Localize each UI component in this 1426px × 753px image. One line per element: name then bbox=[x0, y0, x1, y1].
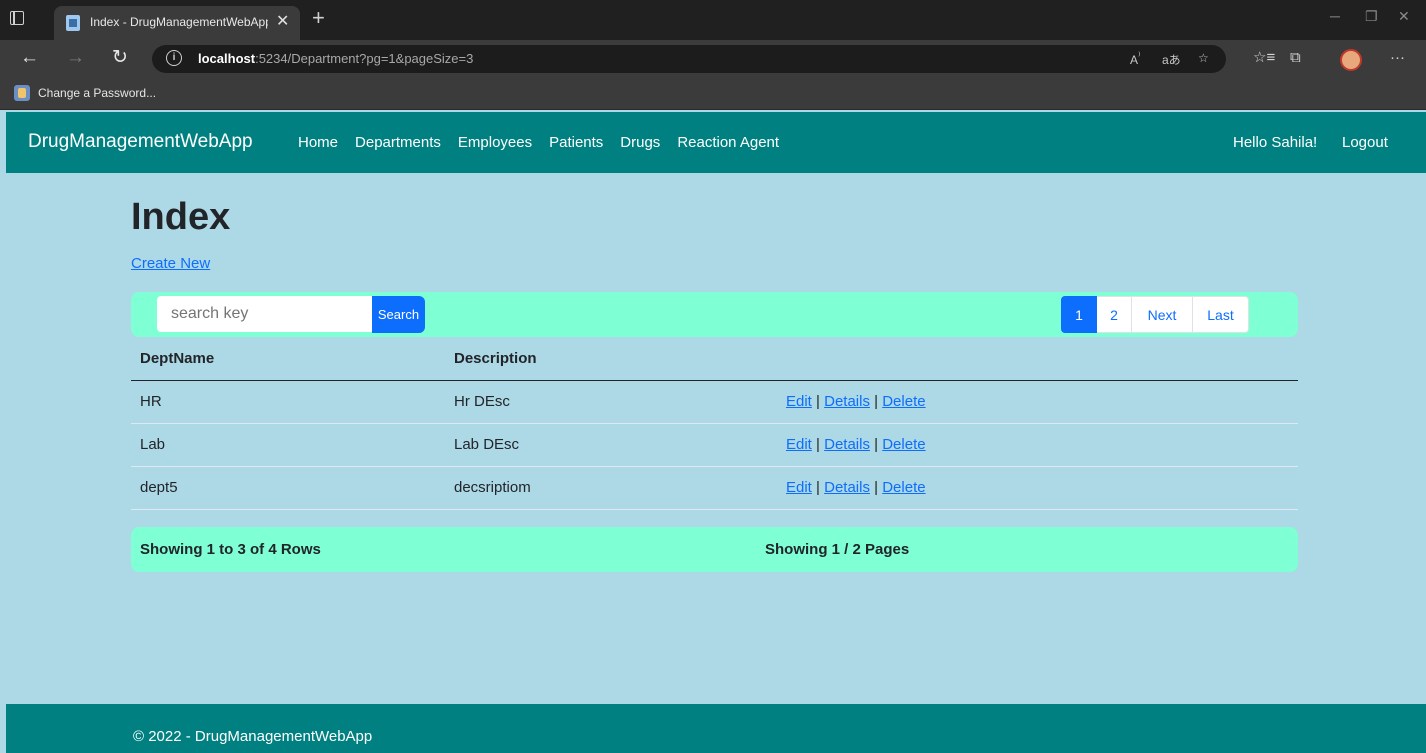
delete-link[interactable]: Delete bbox=[882, 436, 925, 453]
url-host: localhost bbox=[198, 51, 256, 66]
page-favicon-icon bbox=[66, 15, 80, 31]
departments-table: DeptName Description HR Hr DEsc Edit | D… bbox=[131, 337, 1298, 510]
delete-link[interactable]: Delete bbox=[882, 393, 925, 410]
app-brand[interactable]: DrugManagementWebApp bbox=[28, 131, 253, 153]
search-pagination-toolbar: Search 1 2 Next Last bbox=[131, 292, 1298, 337]
profile-avatar[interactable] bbox=[1340, 49, 1362, 71]
url-text: localhost:5234/Department?pg=1&pageSize=… bbox=[198, 51, 473, 66]
cell-description: Hr DEsc bbox=[445, 380, 777, 424]
browser-tab[interactable]: Index - DrugManagementWebApp ✕ bbox=[54, 6, 300, 40]
action-separator: | bbox=[816, 436, 820, 453]
nav-home[interactable]: Home bbox=[298, 134, 338, 151]
browser-tab-bar: Index - DrugManagementWebApp ✕ + ─ ❐ ✕ bbox=[0, 0, 1426, 40]
logout-link[interactable]: Logout bbox=[1342, 134, 1388, 151]
read-aloud-icon[interactable]: A⁾ bbox=[1130, 51, 1140, 67]
cell-actions: Edit | Details | Delete bbox=[777, 466, 1298, 510]
table-header-row: DeptName Description bbox=[131, 337, 1298, 381]
pages-summary: Showing 1 / 2 Pages bbox=[765, 541, 910, 558]
rows-summary: Showing 1 to 3 of 4 Rows bbox=[140, 541, 321, 558]
table-row: dept5 decsriptiom Edit | Details | Delet… bbox=[131, 466, 1298, 510]
cell-deptname: HR bbox=[131, 380, 445, 424]
favorites-bar: Change a Password... bbox=[0, 78, 1426, 110]
cell-deptname: dept5 bbox=[131, 466, 445, 510]
nav-employees[interactable]: Employees bbox=[458, 134, 532, 151]
nav-departments[interactable]: Departments bbox=[355, 134, 441, 151]
details-link[interactable]: Details bbox=[824, 479, 870, 496]
favorite-link[interactable]: Change a Password... bbox=[38, 86, 156, 100]
page-footer: © 2022 - DrugManagementWebApp bbox=[6, 704, 1426, 753]
nav-reaction-agent[interactable]: Reaction Agent bbox=[677, 134, 779, 151]
nav-drugs[interactable]: Drugs bbox=[620, 134, 660, 151]
action-separator: | bbox=[816, 479, 820, 496]
browser-address-bar: ← → ↻ i localhost:5234/Department?pg=1&p… bbox=[0, 40, 1426, 78]
cell-actions: Edit | Details | Delete bbox=[777, 423, 1298, 467]
site-info-icon[interactable]: i bbox=[166, 50, 182, 66]
delete-link[interactable]: Delete bbox=[882, 479, 925, 496]
cell-deptname: Lab bbox=[131, 423, 445, 467]
search-button[interactable]: Search bbox=[372, 296, 425, 333]
column-header-deptname: DeptName bbox=[131, 337, 445, 381]
column-header-actions bbox=[777, 337, 1298, 381]
action-separator: | bbox=[816, 393, 820, 410]
new-tab-icon[interactable]: + bbox=[312, 6, 325, 30]
summary-bar: Showing 1 to 3 of 4 Rows Showing 1 / 2 P… bbox=[131, 527, 1298, 572]
cell-actions: Edit | Details | Delete bbox=[777, 380, 1298, 424]
page-2-button[interactable]: 2 bbox=[1097, 296, 1132, 333]
more-options-icon[interactable]: ··· bbox=[1390, 49, 1405, 67]
tab-title: Index - DrugManagementWebApp bbox=[90, 15, 268, 29]
last-page-button[interactable]: Last bbox=[1193, 296, 1249, 333]
translate-icon[interactable]: aあ bbox=[1162, 51, 1181, 68]
nav-links: Home Departments Employees Patients Drug… bbox=[298, 134, 796, 151]
nav-patients[interactable]: Patients bbox=[549, 134, 603, 151]
next-page-button[interactable]: Next bbox=[1132, 296, 1193, 333]
favorite-site-icon bbox=[14, 85, 30, 101]
search-input[interactable] bbox=[157, 296, 372, 332]
table-row: Lab Lab DEsc Edit | Details | Delete bbox=[131, 423, 1298, 467]
refresh-icon[interactable]: ↻ bbox=[112, 48, 128, 68]
app-navbar: DrugManagementWebApp Home Departments Em… bbox=[6, 112, 1426, 173]
edit-link[interactable]: Edit bbox=[786, 393, 812, 410]
cell-description: decsriptiom bbox=[445, 466, 777, 510]
details-link[interactable]: Details bbox=[824, 436, 870, 453]
tab-actions-icon[interactable] bbox=[10, 11, 24, 25]
page-1-button[interactable]: 1 bbox=[1061, 296, 1097, 333]
action-separator: | bbox=[874, 393, 879, 410]
action-separator: | bbox=[874, 436, 879, 453]
restore-icon[interactable]: ❐ bbox=[1365, 8, 1378, 25]
collections-icon[interactable]: ⧉ bbox=[1290, 49, 1301, 67]
favorites-icon[interactable]: ☆≡ bbox=[1253, 49, 1275, 67]
forward-icon[interactable]: → bbox=[66, 48, 85, 68]
url-path: :5234/Department?pg=1&pageSize=3 bbox=[255, 51, 474, 66]
minimize-icon[interactable]: ─ bbox=[1330, 8, 1340, 24]
pagination: 1 2 Next Last bbox=[1061, 296, 1249, 333]
tab-close-icon[interactable]: ✕ bbox=[276, 13, 289, 31]
page-title: Index bbox=[131, 196, 231, 238]
action-separator: | bbox=[874, 479, 879, 496]
close-window-icon[interactable]: ✕ bbox=[1398, 8, 1410, 25]
cell-description: Lab DEsc bbox=[445, 423, 777, 467]
url-field[interactable]: i localhost:5234/Department?pg=1&pageSiz… bbox=[152, 45, 1226, 73]
details-link[interactable]: Details bbox=[824, 393, 870, 410]
edit-link[interactable]: Edit bbox=[786, 479, 812, 496]
create-new-link[interactable]: Create New bbox=[131, 255, 210, 272]
user-greeting[interactable]: Hello Sahila! bbox=[1233, 134, 1317, 151]
back-icon[interactable]: ← bbox=[20, 48, 39, 68]
column-header-description: Description bbox=[445, 337, 777, 381]
edit-link[interactable]: Edit bbox=[786, 436, 812, 453]
add-favorite-icon[interactable]: ☆ bbox=[1198, 51, 1209, 65]
table-row: HR Hr DEsc Edit | Details | Delete bbox=[131, 380, 1298, 424]
footer-copyright: © 2022 - DrugManagementWebApp bbox=[133, 728, 373, 745]
